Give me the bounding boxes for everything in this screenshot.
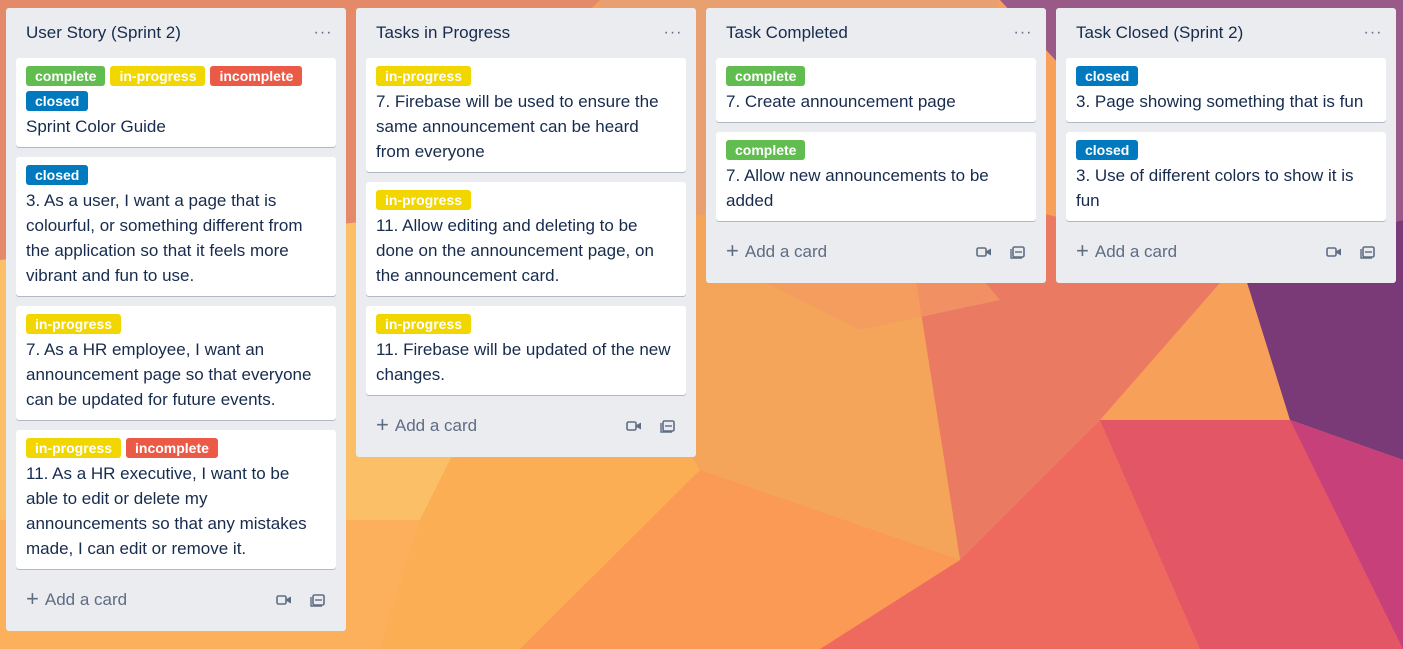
card-title: 7. As a HR employee, I want an announcem… xyxy=(26,340,312,409)
list-menu-button[interactable]: ··· xyxy=(660,20,686,46)
card[interactable]: in-progress 11. Firebase will be updated… xyxy=(366,306,686,395)
card-title: 7. Create announcement page xyxy=(726,92,956,111)
list-footer: + Add a card xyxy=(366,395,686,457)
add-card-label: Add a card xyxy=(744,242,828,261)
list-header[interactable]: Tasks in Progress ··· xyxy=(366,8,686,58)
label-in-progress[interactable]: in-progress xyxy=(110,66,206,86)
card-title: 7. Firebase will be used to ensure the s… xyxy=(376,92,659,161)
label-closed[interactable]: closed xyxy=(26,165,89,185)
list-task-closed: Task Closed (Sprint 2) ··· closed 3. Pag… xyxy=(1056,8,1396,283)
label-in-progress[interactable]: in-progress xyxy=(26,438,122,458)
card-title: 7. Allow new announcements to be added xyxy=(726,166,989,210)
list-menu-button[interactable]: ··· xyxy=(310,20,336,46)
label-incomplete[interactable]: incomplete xyxy=(126,438,218,458)
label-closed[interactable]: closed xyxy=(1076,140,1139,160)
list-task-completed: Task Completed ··· complete 7. Create an… xyxy=(706,8,1046,283)
plus-icon: + xyxy=(726,237,739,263)
add-card-label: Add a card xyxy=(44,590,128,609)
label-incomplete[interactable]: incomplete xyxy=(210,66,303,86)
card[interactable]: closed 3. Use of different colors to sho… xyxy=(1066,132,1386,221)
card-title: 3. Page showing something that is fun xyxy=(1076,92,1364,111)
label-complete[interactable]: complete xyxy=(726,66,806,86)
card-template-icon[interactable] xyxy=(1008,242,1028,262)
label-complete[interactable]: complete xyxy=(26,66,106,86)
label-closed[interactable]: closed xyxy=(1076,66,1139,86)
card[interactable]: closed 3. Page showing something that is… xyxy=(1066,58,1386,122)
card-title: Sprint Color Guide xyxy=(26,117,166,136)
card-title: 3. Use of different colors to show it is… xyxy=(1076,166,1354,210)
list-footer: + Add a card xyxy=(1066,221,1386,283)
label-in-progress[interactable]: in-progress xyxy=(26,314,122,334)
list-menu-button[interactable]: ··· xyxy=(1360,20,1386,46)
video-camera-icon[interactable] xyxy=(1324,242,1344,262)
list-menu-button[interactable]: ··· xyxy=(1010,20,1036,46)
label-complete[interactable]: complete xyxy=(726,140,806,160)
card-template-icon[interactable] xyxy=(1358,242,1378,262)
card-title: 11. Firebase will be updated of the new … xyxy=(376,340,671,384)
card-template-icon[interactable] xyxy=(308,590,328,610)
card-title: 11. As a HR executive, I want to be able… xyxy=(26,464,307,558)
list-title[interactable]: Tasks in Progress xyxy=(376,23,510,43)
list-header[interactable]: User Story (Sprint 2) ··· xyxy=(16,8,336,58)
list-tasks-in-progress: Tasks in Progress ··· in-progress 7. Fir… xyxy=(356,8,696,457)
card-title: 3. As a user, I want a page that is colo… xyxy=(26,191,303,285)
label-in-progress[interactable]: in-progress xyxy=(376,314,472,334)
video-camera-icon[interactable] xyxy=(274,590,294,610)
card[interactable]: in-progress incomplete 11. As a HR execu… xyxy=(16,430,336,569)
list-title[interactable]: Task Completed xyxy=(726,23,848,43)
card[interactable]: closed 3. As a user, I want a page that … xyxy=(16,157,336,296)
video-camera-icon[interactable] xyxy=(974,242,994,262)
card[interactable]: complete in-progress incomplete closed S… xyxy=(16,58,336,147)
list-footer: + Add a card xyxy=(16,569,336,631)
plus-icon: + xyxy=(1076,237,1089,263)
label-in-progress[interactable]: in-progress xyxy=(376,66,472,86)
card-template-icon[interactable] xyxy=(658,416,678,436)
card-title: 11. Allow editing and deleting to be don… xyxy=(376,216,654,285)
label-in-progress[interactable]: in-progress xyxy=(376,190,472,210)
list-title[interactable]: Task Closed (Sprint 2) xyxy=(1076,23,1243,43)
list-user-story: User Story (Sprint 2) ··· complete in-pr… xyxy=(6,8,346,631)
video-camera-icon[interactable] xyxy=(624,416,644,436)
add-card-button[interactable]: + Add a card xyxy=(1076,237,1178,263)
add-card-label: Add a card xyxy=(1094,242,1178,261)
list-header[interactable]: Task Completed ··· xyxy=(716,8,1036,58)
card[interactable]: in-progress 11. Allow editing and deleti… xyxy=(366,182,686,296)
plus-icon: + xyxy=(26,585,39,611)
list-header[interactable]: Task Closed (Sprint 2) ··· xyxy=(1066,8,1386,58)
board: User Story (Sprint 2) ··· complete in-pr… xyxy=(0,0,1403,649)
list-title[interactable]: User Story (Sprint 2) xyxy=(26,23,181,43)
card[interactable]: complete 7. Create announcement page xyxy=(716,58,1036,122)
add-card-button[interactable]: + Add a card xyxy=(376,411,478,437)
add-card-button[interactable]: + Add a card xyxy=(26,585,128,611)
list-footer: + Add a card xyxy=(716,221,1036,283)
plus-icon: + xyxy=(376,411,389,437)
card[interactable]: in-progress 7. Firebase will be used to … xyxy=(366,58,686,172)
add-card-button[interactable]: + Add a card xyxy=(726,237,828,263)
card[interactable]: in-progress 7. As a HR employee, I want … xyxy=(16,306,336,420)
label-closed[interactable]: closed xyxy=(26,91,89,111)
card[interactable]: complete 7. Allow new announcements to b… xyxy=(716,132,1036,221)
add-card-label: Add a card xyxy=(394,416,478,435)
